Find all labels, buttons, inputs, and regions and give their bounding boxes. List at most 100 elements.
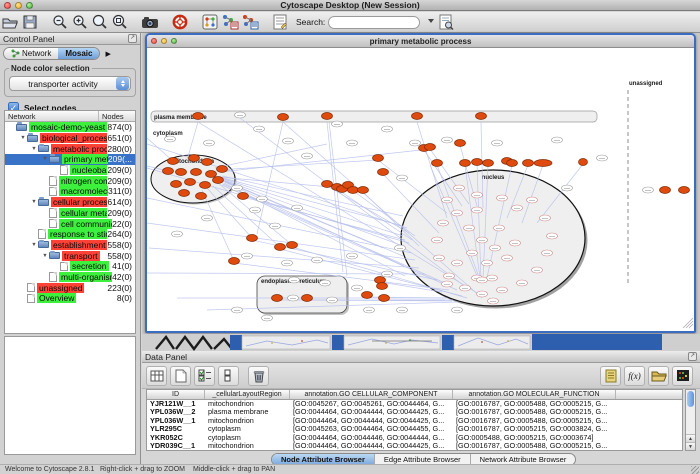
data-panel-header: Data Panel ↗ [142, 351, 700, 363]
tab-network[interactable]: Network [4, 48, 58, 59]
formula-icon[interactable]: f(x) [624, 366, 645, 386]
notes-icon[interactable] [600, 366, 621, 386]
tree-item-count: 651(0) [107, 133, 135, 143]
tree-item-count: 223(0) [107, 283, 135, 293]
app-titlebar: Cytoscape Desktop (New Session) [0, 0, 700, 11]
vizmapper-icon[interactable] [220, 13, 240, 31]
scroll-up-arrow[interactable]: ▲ [686, 434, 695, 442]
tree-item[interactable]: ▼ metabolic process280(0) [5, 143, 135, 154]
tree-item[interactable]: ▼establishment of lo558(0) [5, 240, 135, 251]
import-folder-icon[interactable] [648, 366, 669, 386]
tree-item[interactable]: mosaic-demo-yeast874(0) [5, 122, 135, 133]
tree-item[interactable]: nucleobase-209(0) [5, 165, 135, 176]
tree-item-count: 558(0) [107, 251, 135, 261]
tree-item-count: 280(0) [107, 144, 135, 154]
network-overview-icon[interactable] [200, 13, 220, 31]
disclosure-triangle-icon[interactable]: ▼ [30, 199, 38, 205]
tree-item[interactable]: ▼cellular process614(0) [5, 197, 135, 208]
advanced-search-icon[interactable] [436, 13, 456, 31]
tree-column-network[interactable]: Network [5, 111, 99, 121]
birdseye-view[interactable] [4, 336, 136, 455]
table-cell: [GO:0044464, GO:0044444, GO:0044425, G..… [290, 442, 453, 450]
file-icon [49, 187, 57, 197]
scroll-down-arrow[interactable]: ▼ [686, 442, 695, 450]
folder-icon [16, 124, 27, 131]
help-lifering-icon[interactable] [170, 13, 190, 31]
svg-text:unassigned: unassigned [629, 81, 663, 87]
delete-attribute-icon[interactable] [248, 366, 269, 386]
network-tree-icon [11, 49, 20, 58]
unselect-rows-icon[interactable] [218, 366, 239, 386]
disclosure-triangle-icon[interactable]: ▼ [30, 242, 38, 248]
tree-item[interactable]: secretion41(0) [5, 261, 135, 272]
snapshot-camera-icon[interactable] [140, 13, 160, 31]
table-column-header[interactable] [616, 390, 682, 399]
tree-item-label: Overview [37, 293, 76, 303]
edit-network-icon[interactable] [240, 13, 260, 31]
tree-item[interactable]: cell communicat22(0) [5, 218, 135, 229]
table-scrollbar[interactable]: ▲ ▼ [685, 389, 696, 451]
tree-item[interactable]: Overview8(0) [5, 293, 135, 304]
tab-mosaic[interactable]: Mosaic [58, 48, 99, 59]
table-cell: YKR052C [147, 434, 205, 442]
zoom-out-icon[interactable] [50, 13, 70, 31]
scrollbar-thumb[interactable] [687, 391, 694, 407]
matrix-icon[interactable] [672, 366, 693, 386]
table-row[interactable]: YJR121W__1mitochondrion[GO:0045267, GO:0… [147, 400, 682, 408]
tree-item[interactable]: ▼primary metabo209(... [5, 154, 135, 165]
table-row[interactable]: YLR295Ccytoplasm[GO:0045263, GO:0044464,… [147, 425, 682, 433]
table-cell: [GO:0016787, GO:0005488, GO:0005215, G..… [453, 442, 616, 450]
table-column-header[interactable]: _cellularLayoutRegion [205, 390, 290, 399]
tree-item[interactable]: ▼biological_process651(0) [5, 133, 135, 144]
table-column-header[interactable]: ID [147, 390, 205, 399]
search-input[interactable] [335, 17, 405, 28]
disclosure-triangle-icon[interactable]: ▼ [41, 156, 49, 162]
node-color-dropdown[interactable]: transporter activity [9, 76, 131, 91]
filter-form-icon[interactable] [270, 13, 290, 31]
table-cell: plasma membrane [205, 408, 290, 416]
network-window-titlebar[interactable]: primary metabolic process [147, 35, 694, 48]
save-icon[interactable] [20, 13, 40, 31]
disclosure-triangle-icon[interactable]: ▼ [30, 146, 38, 152]
control-panel-header: Control Panel ↗ [0, 33, 140, 45]
create-attribute-icon[interactable] [170, 366, 191, 386]
table-row[interactable]: YKR052Ccytoplasm[GO:0044464, GO:0044446,… [147, 434, 682, 442]
float-data-panel-icon[interactable]: ↗ [688, 352, 697, 361]
tree-item[interactable]: cellular metabo209(0) [5, 208, 135, 219]
table-row[interactable]: YPL036W__1mitochondrion[GO:0044464, GO:0… [147, 417, 682, 425]
open-icon[interactable] [0, 13, 20, 31]
tree-item[interactable]: multi-organism pro42(0) [5, 272, 135, 283]
zoom-fit-icon[interactable] [90, 13, 110, 31]
search-box[interactable] [328, 16, 420, 29]
tree-item[interactable]: macromolecule311(0) [5, 186, 135, 197]
resize-grip[interactable] [691, 466, 699, 474]
tree-column-nodes[interactable]: Nodes [99, 111, 135, 121]
table-row[interactable]: YDR039C__1mitochondrion[GO:0044464, GO:0… [147, 442, 682, 450]
tree-item[interactable]: unassigned223(0) [5, 282, 135, 293]
data-panel: Data Panel ↗ f(x) ID_cellularLayoutRegio… [142, 351, 700, 464]
table-cell: [GO:0044464, GO:0044444, GO:0044425, G..… [290, 417, 453, 425]
tree-item-count: 311(0) [108, 186, 135, 196]
zoom-region-icon[interactable] [110, 13, 130, 31]
table-column-header[interactable]: annotation.GO CELLULAR_COMPONENT [290, 390, 453, 399]
search-dropdown-arrow[interactable] [428, 19, 434, 23]
tree-item-label: primary metabo [62, 154, 108, 164]
attribute-table[interactable]: ID_cellularLayoutRegionannotation.GO CEL… [146, 389, 683, 451]
disclosure-triangle-icon[interactable]: ▼ [19, 135, 27, 141]
table-row[interactable]: YPL036W__2plasma membrane[GO:0044464, GO… [147, 408, 682, 416]
disclosure-triangle-icon[interactable]: ▼ [41, 253, 49, 259]
tree-item[interactable]: nitrogen compo209(0) [5, 175, 135, 186]
tab-overflow-arrow[interactable]: ▶ [105, 50, 110, 58]
float-panel-icon[interactable]: ↗ [128, 34, 137, 43]
table-column-header[interactable]: annotation.GO MOLECULAR_FUNCTION [453, 390, 616, 399]
tree-item-label: metabolic process [51, 144, 107, 154]
background-windows-strip [142, 334, 700, 351]
tree-item[interactable]: response to stimulu264(0) [5, 229, 135, 240]
attribute-checklist-icon[interactable] [194, 366, 215, 386]
tree-item-count: 558(0) [107, 240, 135, 250]
network-canvas-svg[interactable]: plasma membranecytoplasmunassignedmitoch… [147, 48, 694, 331]
table-cell: YJR121W__1 [147, 400, 205, 408]
zoom-in-icon[interactable] [70, 13, 90, 31]
select-columns-icon[interactable] [146, 366, 167, 386]
tree-item[interactable]: ▼transport558(0) [5, 250, 135, 261]
